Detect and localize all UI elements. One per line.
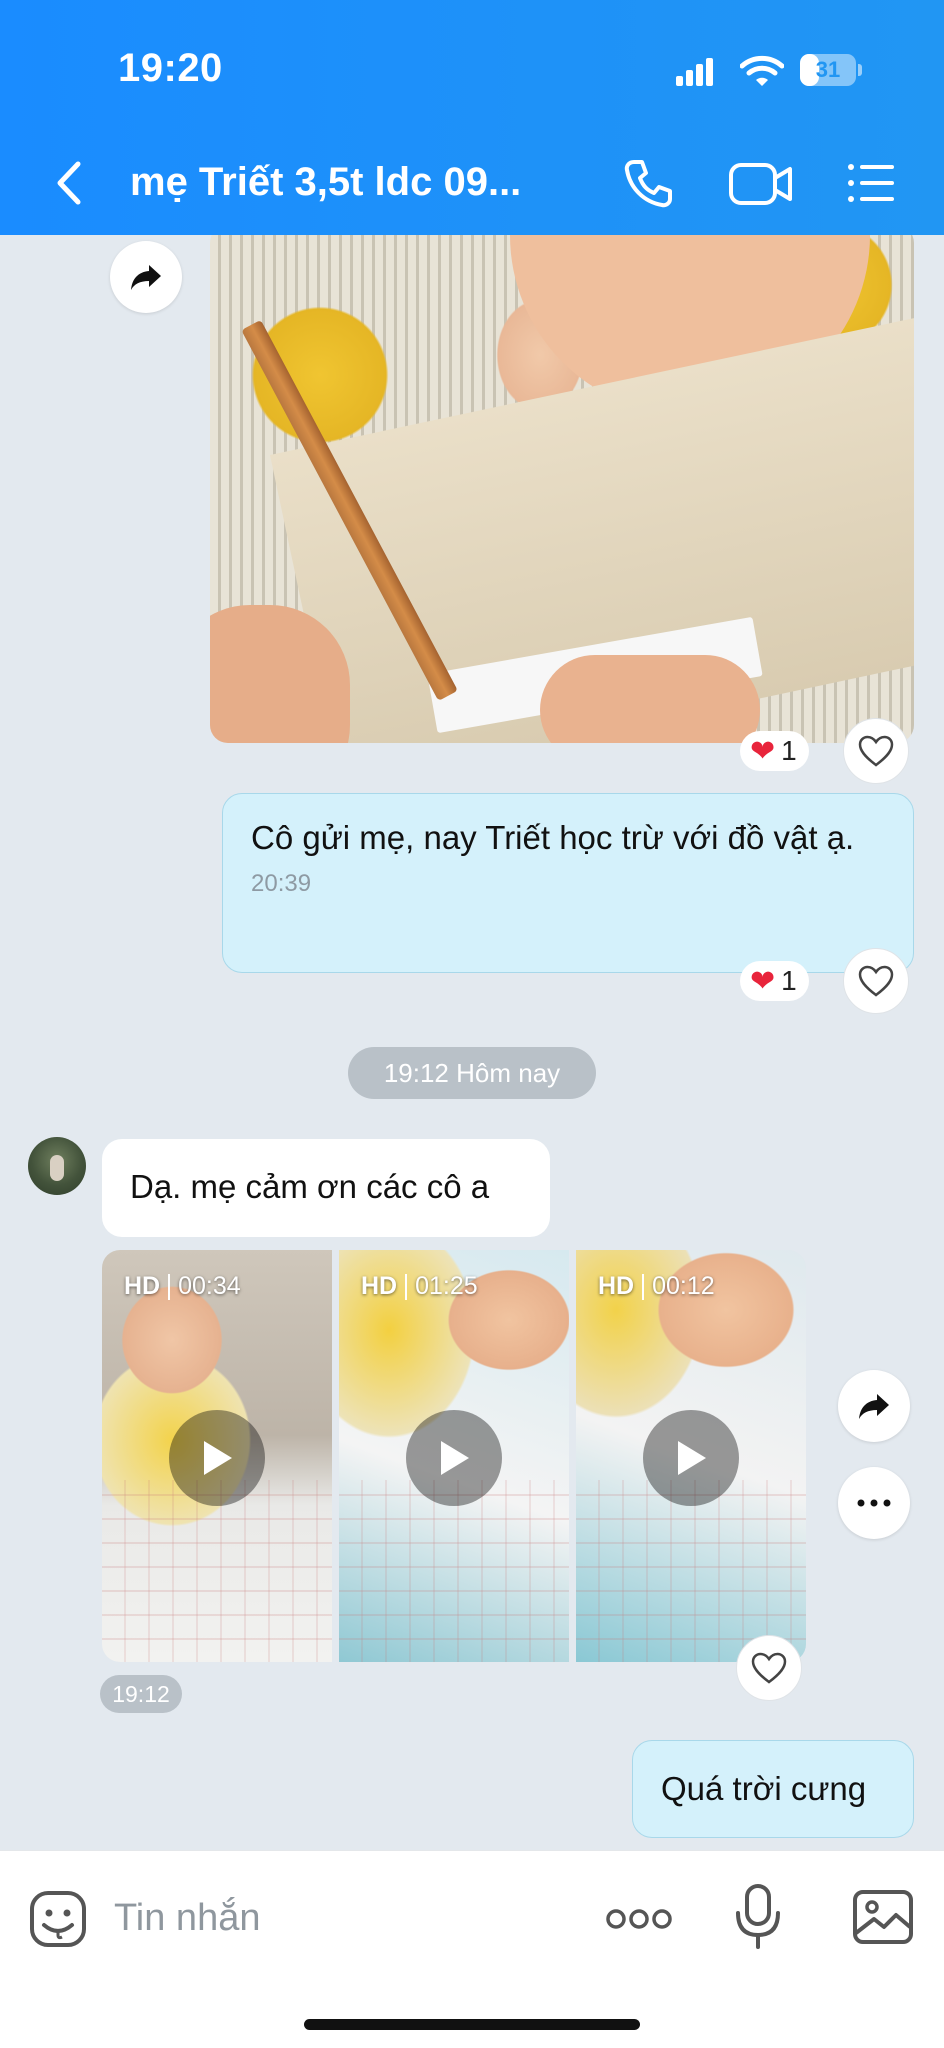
video-thumbnail[interactable]: HD 00:12 — [576, 1250, 806, 1662]
forward-button[interactable] — [838, 1370, 910, 1442]
video-call-icon[interactable] — [728, 160, 794, 208]
video-thumbnail[interactable]: HD 00:34 — [102, 1250, 332, 1662]
more-dots-icon — [857, 1499, 891, 1507]
forward-icon — [859, 1394, 889, 1419]
message-input[interactable] — [114, 1887, 574, 1949]
home-indicator — [304, 2019, 640, 2030]
reaction-count: 1 — [781, 735, 797, 766]
forward-icon — [131, 265, 161, 290]
battery-icon: 31 — [800, 54, 862, 86]
back-icon[interactable] — [52, 158, 86, 208]
image-icon[interactable] — [852, 1889, 914, 1945]
sticker-icon[interactable] — [28, 1889, 88, 1949]
heart-icon: ❤ — [750, 964, 776, 998]
status-time: 19:20 — [118, 46, 223, 90]
video-thumbnail[interactable]: HD 01:25 — [339, 1250, 569, 1662]
chat-title[interactable]: mẹ Triết 3,5t ldc 09... — [130, 160, 521, 205]
call-icon[interactable] — [622, 158, 674, 210]
like-button[interactable] — [843, 948, 909, 1014]
heart-outline-icon — [858, 735, 894, 767]
menu-icon[interactable] — [846, 162, 896, 204]
heart-outline-icon — [858, 965, 894, 997]
outgoing-message[interactable]: Cô gửi mẹ, nay Triết học trừ với đồ vật … — [222, 793, 914, 973]
video-badge: HD 01:25 — [361, 1272, 478, 1300]
chat-header: 19:20 31 mẹ Triết 3,5t ldc 09... — [0, 0, 944, 235]
photo-message[interactable] — [210, 235, 914, 743]
play-button[interactable] — [643, 1410, 739, 1506]
play-icon — [441, 1441, 469, 1475]
message-list[interactable]: ❤ 1 Cô gửi mẹ, nay Triết học trừ với đồ … — [0, 235, 944, 1850]
date-separator: 19:12 Hôm nay — [348, 1047, 596, 1099]
heart-reaction[interactable]: ❤ 1 — [740, 731, 809, 771]
incoming-message[interactable]: Dạ. mẹ cảm ơn các cô a — [102, 1139, 550, 1237]
battery-level: 31 — [815, 57, 841, 82]
more-options-button[interactable] — [838, 1467, 910, 1539]
message-time: 20:39 — [251, 870, 312, 897]
play-icon — [678, 1441, 706, 1475]
video-badge: HD 00:12 — [598, 1272, 715, 1300]
wifi-icon — [740, 55, 784, 86]
message-text: Quá trời cưng — [661, 1770, 867, 1807]
like-button[interactable] — [736, 1635, 802, 1701]
message-text: Cô gửi mẹ, nay Triết học trừ với đồ vật … — [251, 819, 855, 856]
more-icon[interactable] — [606, 1903, 672, 1935]
play-button[interactable] — [169, 1410, 265, 1506]
outgoing-message[interactable]: Quá trời cưng — [632, 1740, 914, 1838]
heart-outline-icon — [751, 1652, 787, 1684]
like-button[interactable] — [843, 718, 909, 784]
heart-reaction[interactable]: ❤ 1 — [740, 961, 809, 1001]
message-time: 19:12 — [100, 1675, 182, 1713]
heart-icon: ❤ — [750, 734, 776, 768]
reaction-count: 1 — [781, 965, 797, 996]
play-icon — [204, 1441, 232, 1475]
message-input-bar — [0, 1850, 944, 2048]
forward-button[interactable] — [110, 241, 182, 313]
message-text: Dạ. mẹ cảm ơn các cô a — [130, 1168, 490, 1205]
avatar[interactable] — [28, 1137, 86, 1195]
play-button[interactable] — [406, 1410, 502, 1506]
cellular-signal-icon — [676, 58, 714, 86]
mic-icon[interactable] — [734, 1883, 782, 1951]
video-badge: HD 00:34 — [124, 1272, 241, 1300]
